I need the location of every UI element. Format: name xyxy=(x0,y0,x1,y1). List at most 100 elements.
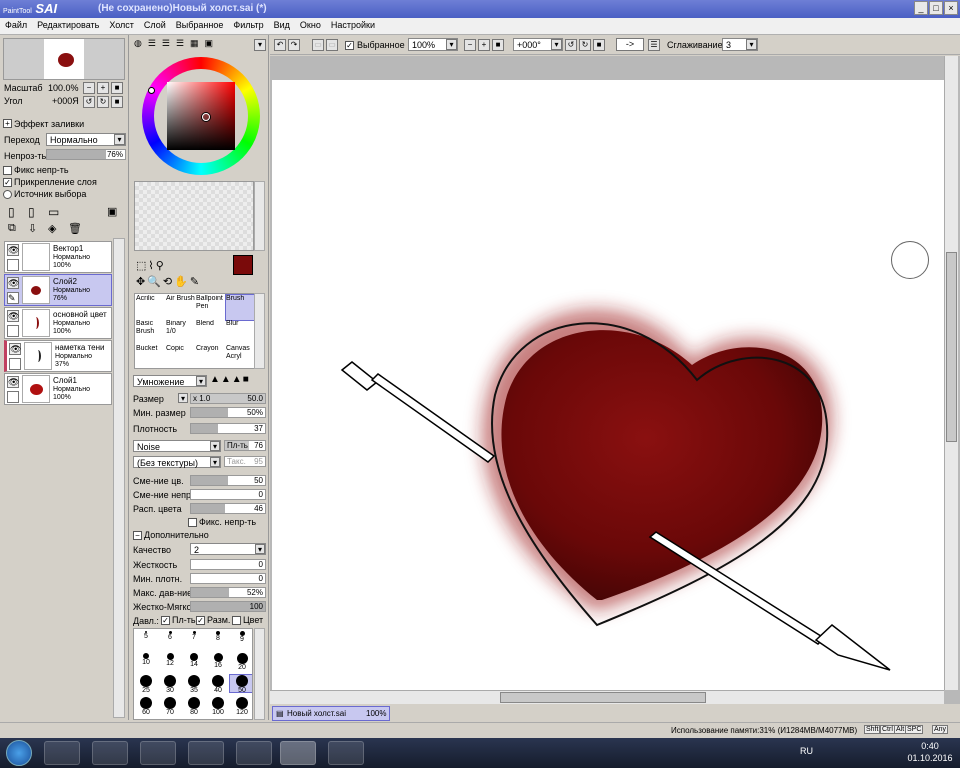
brush-lock-icon[interactable]: ✎ xyxy=(7,292,19,304)
undo-button[interactable]: ↶ xyxy=(274,39,286,51)
brush-shape-icons[interactable]: ▲▲▲■ xyxy=(210,374,266,387)
horizontal-scrollbar[interactable] xyxy=(270,690,944,704)
new-folder-icon[interactable]: ▭ xyxy=(48,205,59,219)
fill-effect-header[interactable]: Эффект заливки xyxy=(14,119,84,129)
fix-opacity-checkbox[interactable] xyxy=(3,166,12,175)
eye-icon[interactable]: 👁 xyxy=(9,343,21,355)
menu-edit[interactable]: Редактировать xyxy=(32,18,104,32)
brush-size-preset[interactable]: 5 xyxy=(134,631,158,648)
brush-preset[interactable]: Bucket xyxy=(136,345,166,370)
brush-preset[interactable]: Acrilic xyxy=(136,295,166,320)
texture-select[interactable]: Noise ▾ xyxy=(133,440,221,452)
menu-window[interactable]: Окно xyxy=(295,18,326,32)
paper-texture-select[interactable]: (Без текстуры) ▾ xyxy=(133,456,221,468)
brush-size-preset[interactable]: 8 xyxy=(206,631,230,648)
navigator-preview[interactable] xyxy=(3,38,125,80)
layer-item[interactable]: 👁 Вектор1 Нормально 100% xyxy=(4,241,112,273)
brush-preset[interactable]: Crayon xyxy=(196,345,226,370)
opera-icon[interactable] xyxy=(188,741,224,765)
brush-size-preset[interactable]: 14 xyxy=(182,653,206,670)
navigation-tools[interactable]: ✥🔍⟲✋✎ xyxy=(136,275,201,288)
brush-size-preset[interactable]: 120 xyxy=(230,697,252,716)
new-layer-icon[interactable]: ▯ xyxy=(8,205,15,219)
brush-size-preset[interactable]: 6 xyxy=(158,631,182,648)
brush-size-preset[interactable]: 50 xyxy=(229,674,252,694)
color-mode-icons[interactable]: ◍☰☰☰▦▣ xyxy=(134,38,219,49)
spread-slider[interactable]: 46 xyxy=(190,503,266,514)
selection-tools[interactable]: ⬚⌇⚲ xyxy=(136,259,166,272)
rotate-reset-button[interactable]: ■ xyxy=(111,96,123,108)
soft-hard-slider[interactable]: 100 xyxy=(190,601,266,612)
zoom-out-button[interactable]: − xyxy=(83,82,95,94)
pressure-color-checkbox[interactable] xyxy=(232,616,241,625)
rotate-left-button[interactable]: ↺ xyxy=(83,96,95,108)
lock-box[interactable] xyxy=(9,358,21,370)
zoom-out-toolbar-button[interactable]: − xyxy=(464,39,476,51)
clear-layer-icon[interactable]: ◈ xyxy=(48,222,56,235)
brush-preset[interactable]: Ballpoint Pen xyxy=(196,295,226,320)
brush-size-preset[interactable]: 40 xyxy=(206,675,230,694)
brush-preset[interactable]: Canvas Acryl xyxy=(226,345,256,370)
media-player-icon[interactable] xyxy=(92,741,128,765)
flip-button[interactable]: -> xyxy=(616,38,644,51)
menu-canvas[interactable]: Холст xyxy=(104,18,139,32)
mix-color-slider[interactable]: 50 xyxy=(190,475,266,486)
hardness-slider[interactable]: 0 xyxy=(190,559,266,570)
layer-item[interactable]: 👁 основной цвет Нормально 100% xyxy=(4,307,112,339)
brush-preset[interactable]: Blur xyxy=(226,320,256,345)
brush-size-preset[interactable]: 30 xyxy=(158,675,182,694)
photoshop-icon[interactable] xyxy=(236,741,272,765)
rotate-cw-button[interactable]: ↻ xyxy=(579,39,591,51)
lock-box[interactable] xyxy=(7,391,19,403)
lock-box[interactable] xyxy=(7,259,19,271)
saturation-box[interactable] xyxy=(167,82,235,150)
zoom-in-toolbar-button[interactable]: + xyxy=(478,39,490,51)
brush-size-preset[interactable]: 100 xyxy=(206,697,230,716)
mix-opacity-slider[interactable]: 0 xyxy=(190,489,266,500)
copy-layer-icon[interactable]: ⧉ xyxy=(8,222,16,235)
brush-size-preset[interactable]: 9 xyxy=(230,631,252,648)
language-indicator[interactable]: RU xyxy=(800,746,813,756)
eye-icon[interactable]: 👁 xyxy=(7,244,19,256)
eye-icon[interactable]: 👁 xyxy=(7,277,19,289)
eye-icon[interactable]: 👁 xyxy=(7,376,19,388)
word-icon[interactable] xyxy=(328,741,364,765)
brush-preset[interactable]: Basic Brush xyxy=(136,320,166,345)
maximize-button[interactable]: □ xyxy=(929,1,943,15)
expand-icon[interactable]: + xyxy=(3,119,12,128)
brush-preset[interactable]: Air Brush xyxy=(166,295,196,320)
brush-size-scrollbar[interactable] xyxy=(254,628,265,720)
layer-mask-icon[interactable]: ▣ xyxy=(107,205,117,218)
zoom-fit-button[interactable]: ■ xyxy=(492,39,504,51)
brush-preset[interactable]: Binary 1/0 xyxy=(166,320,196,345)
hue-marker[interactable] xyxy=(148,87,155,94)
invert-selection-button[interactable]: ▭ xyxy=(326,39,338,51)
size-mult-button[interactable]: ▾ xyxy=(178,393,188,403)
rotate-reset-toolbar-button[interactable]: ■ xyxy=(593,39,605,51)
pressure-size-checkbox[interactable]: ✓ xyxy=(196,616,205,625)
selection-checkbox[interactable]: ✓ xyxy=(345,41,354,50)
color-wheel[interactable] xyxy=(142,57,260,175)
zoom-select[interactable]: 100% ▾ xyxy=(408,38,458,51)
brush-grid-scrollbar[interactable] xyxy=(254,293,265,369)
eye-icon[interactable]: 👁 xyxy=(7,310,19,322)
brush-size-preset[interactable]: 20 xyxy=(230,653,252,671)
horizontal-scroll-thumb[interactable] xyxy=(500,692,706,703)
menu-selection[interactable]: Выбранное xyxy=(171,18,229,32)
brush-size-preset[interactable]: 25 xyxy=(134,675,158,694)
angle-select[interactable]: +000° ▾ xyxy=(513,38,563,51)
document-tab[interactable]: ▤ Новый холст.sai 100% xyxy=(272,706,390,721)
texture-strength-slider[interactable]: Пл-ть 76 xyxy=(224,440,266,451)
density-slider[interactable]: 37 xyxy=(190,423,266,434)
quality-select[interactable]: 2 ▾ xyxy=(190,543,266,555)
layer-item[interactable]: 👁 Слой1 Нормально 100% xyxy=(4,373,112,405)
lock-box[interactable] xyxy=(7,325,19,337)
swatch-area[interactable] xyxy=(134,181,254,251)
delete-layer-icon[interactable]: 🗑 xyxy=(68,222,82,235)
rotate-right-button[interactable]: ↻ xyxy=(97,96,109,108)
brush-preset[interactable]: Brush xyxy=(225,294,257,321)
blend-mode-select[interactable]: Нормально ▾ xyxy=(46,133,126,146)
brush-size-preset[interactable]: 80 xyxy=(182,697,206,716)
opacity-slider[interactable]: 76% xyxy=(46,149,126,160)
brush-size-preset[interactable]: 16 xyxy=(206,653,230,670)
